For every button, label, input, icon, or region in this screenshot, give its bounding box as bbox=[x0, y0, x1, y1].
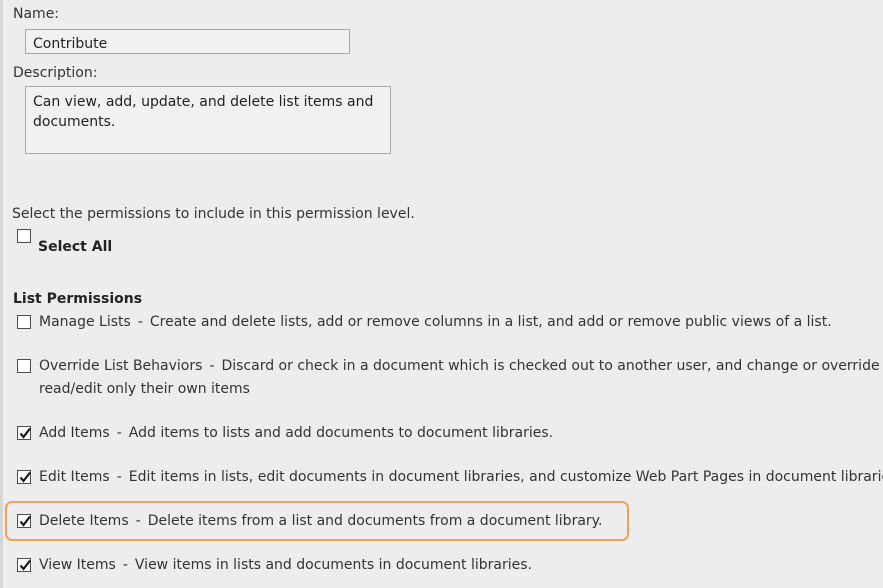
select-all-label: Select All bbox=[38, 239, 113, 255]
description-field[interactable]: Can view, add, update, and delete list i… bbox=[25, 86, 391, 154]
override-list-behaviors-checkbox[interactable] bbox=[17, 359, 31, 373]
permission-description: Create and delete lists, add or remove c… bbox=[149, 314, 832, 330]
permission-view-items: View Items - View items in lists and docum… bbox=[39, 557, 532, 573]
permission-title: Delete Items bbox=[39, 513, 129, 529]
checkmark-icon bbox=[19, 471, 31, 483]
permission-override-list-behaviors: Override List Behaviors - Discard or check… bbox=[39, 358, 883, 374]
select-all-checkbox[interactable] bbox=[17, 229, 31, 243]
checkmark-icon bbox=[19, 427, 31, 439]
permission-title: Manage Lists bbox=[39, 314, 131, 330]
permission-separator: - bbox=[137, 314, 143, 330]
list-permissions-heading: List Permissions bbox=[13, 291, 143, 307]
view-items-checkbox[interactable] bbox=[17, 558, 31, 572]
checkmark-icon bbox=[19, 559, 31, 571]
permission-description: Edit items in lists, edit documents in d… bbox=[128, 469, 883, 485]
add-items-checkbox[interactable] bbox=[17, 426, 31, 440]
permission-description: View items in lists and documents in doc… bbox=[134, 557, 532, 573]
permission-description-continued: read/edit only their own items bbox=[39, 381, 250, 397]
name-input[interactable] bbox=[33, 34, 342, 53]
manage-lists-checkbox[interactable] bbox=[17, 315, 31, 329]
checkmark-icon bbox=[19, 515, 31, 527]
left-window-edge bbox=[0, 0, 3, 588]
permission-separator: - bbox=[122, 557, 128, 573]
permission-edit-items: Edit Items - Edit items in lists, edit doc… bbox=[39, 469, 883, 485]
permission-separator: - bbox=[116, 425, 122, 441]
permission-description: Discard or check in a document which is … bbox=[221, 358, 883, 374]
permission-separator: - bbox=[209, 358, 215, 374]
permission-title: View Items bbox=[39, 557, 116, 573]
permissions-instructions: Select the permissions to include in thi… bbox=[12, 206, 415, 222]
permission-separator: - bbox=[135, 513, 141, 529]
permission-title: Override List Behaviors bbox=[39, 358, 203, 374]
description-textarea[interactable]: Can view, add, update, and delete list i… bbox=[33, 92, 383, 153]
permission-title: Edit Items bbox=[39, 469, 110, 485]
permission-manage-lists: Manage Lists - Create and delete lists, ad… bbox=[39, 314, 832, 330]
name-field[interactable] bbox=[25, 29, 350, 54]
permission-description: Add items to lists and add documents to … bbox=[128, 425, 554, 441]
edit-items-checkbox[interactable] bbox=[17, 470, 31, 484]
permission-add-items: Add Items - Add items to lists and add doc… bbox=[39, 425, 553, 441]
permission-title: Add Items bbox=[39, 425, 110, 441]
permission-separator: - bbox=[116, 469, 122, 485]
description-label: Description: bbox=[13, 65, 98, 81]
name-label: Name: bbox=[13, 6, 60, 22]
permission-delete-items: Delete Items - Delete items from a list an… bbox=[39, 513, 602, 529]
delete-items-checkbox[interactable] bbox=[17, 514, 31, 528]
permission-description: Delete items from a list and documents f… bbox=[147, 513, 603, 529]
